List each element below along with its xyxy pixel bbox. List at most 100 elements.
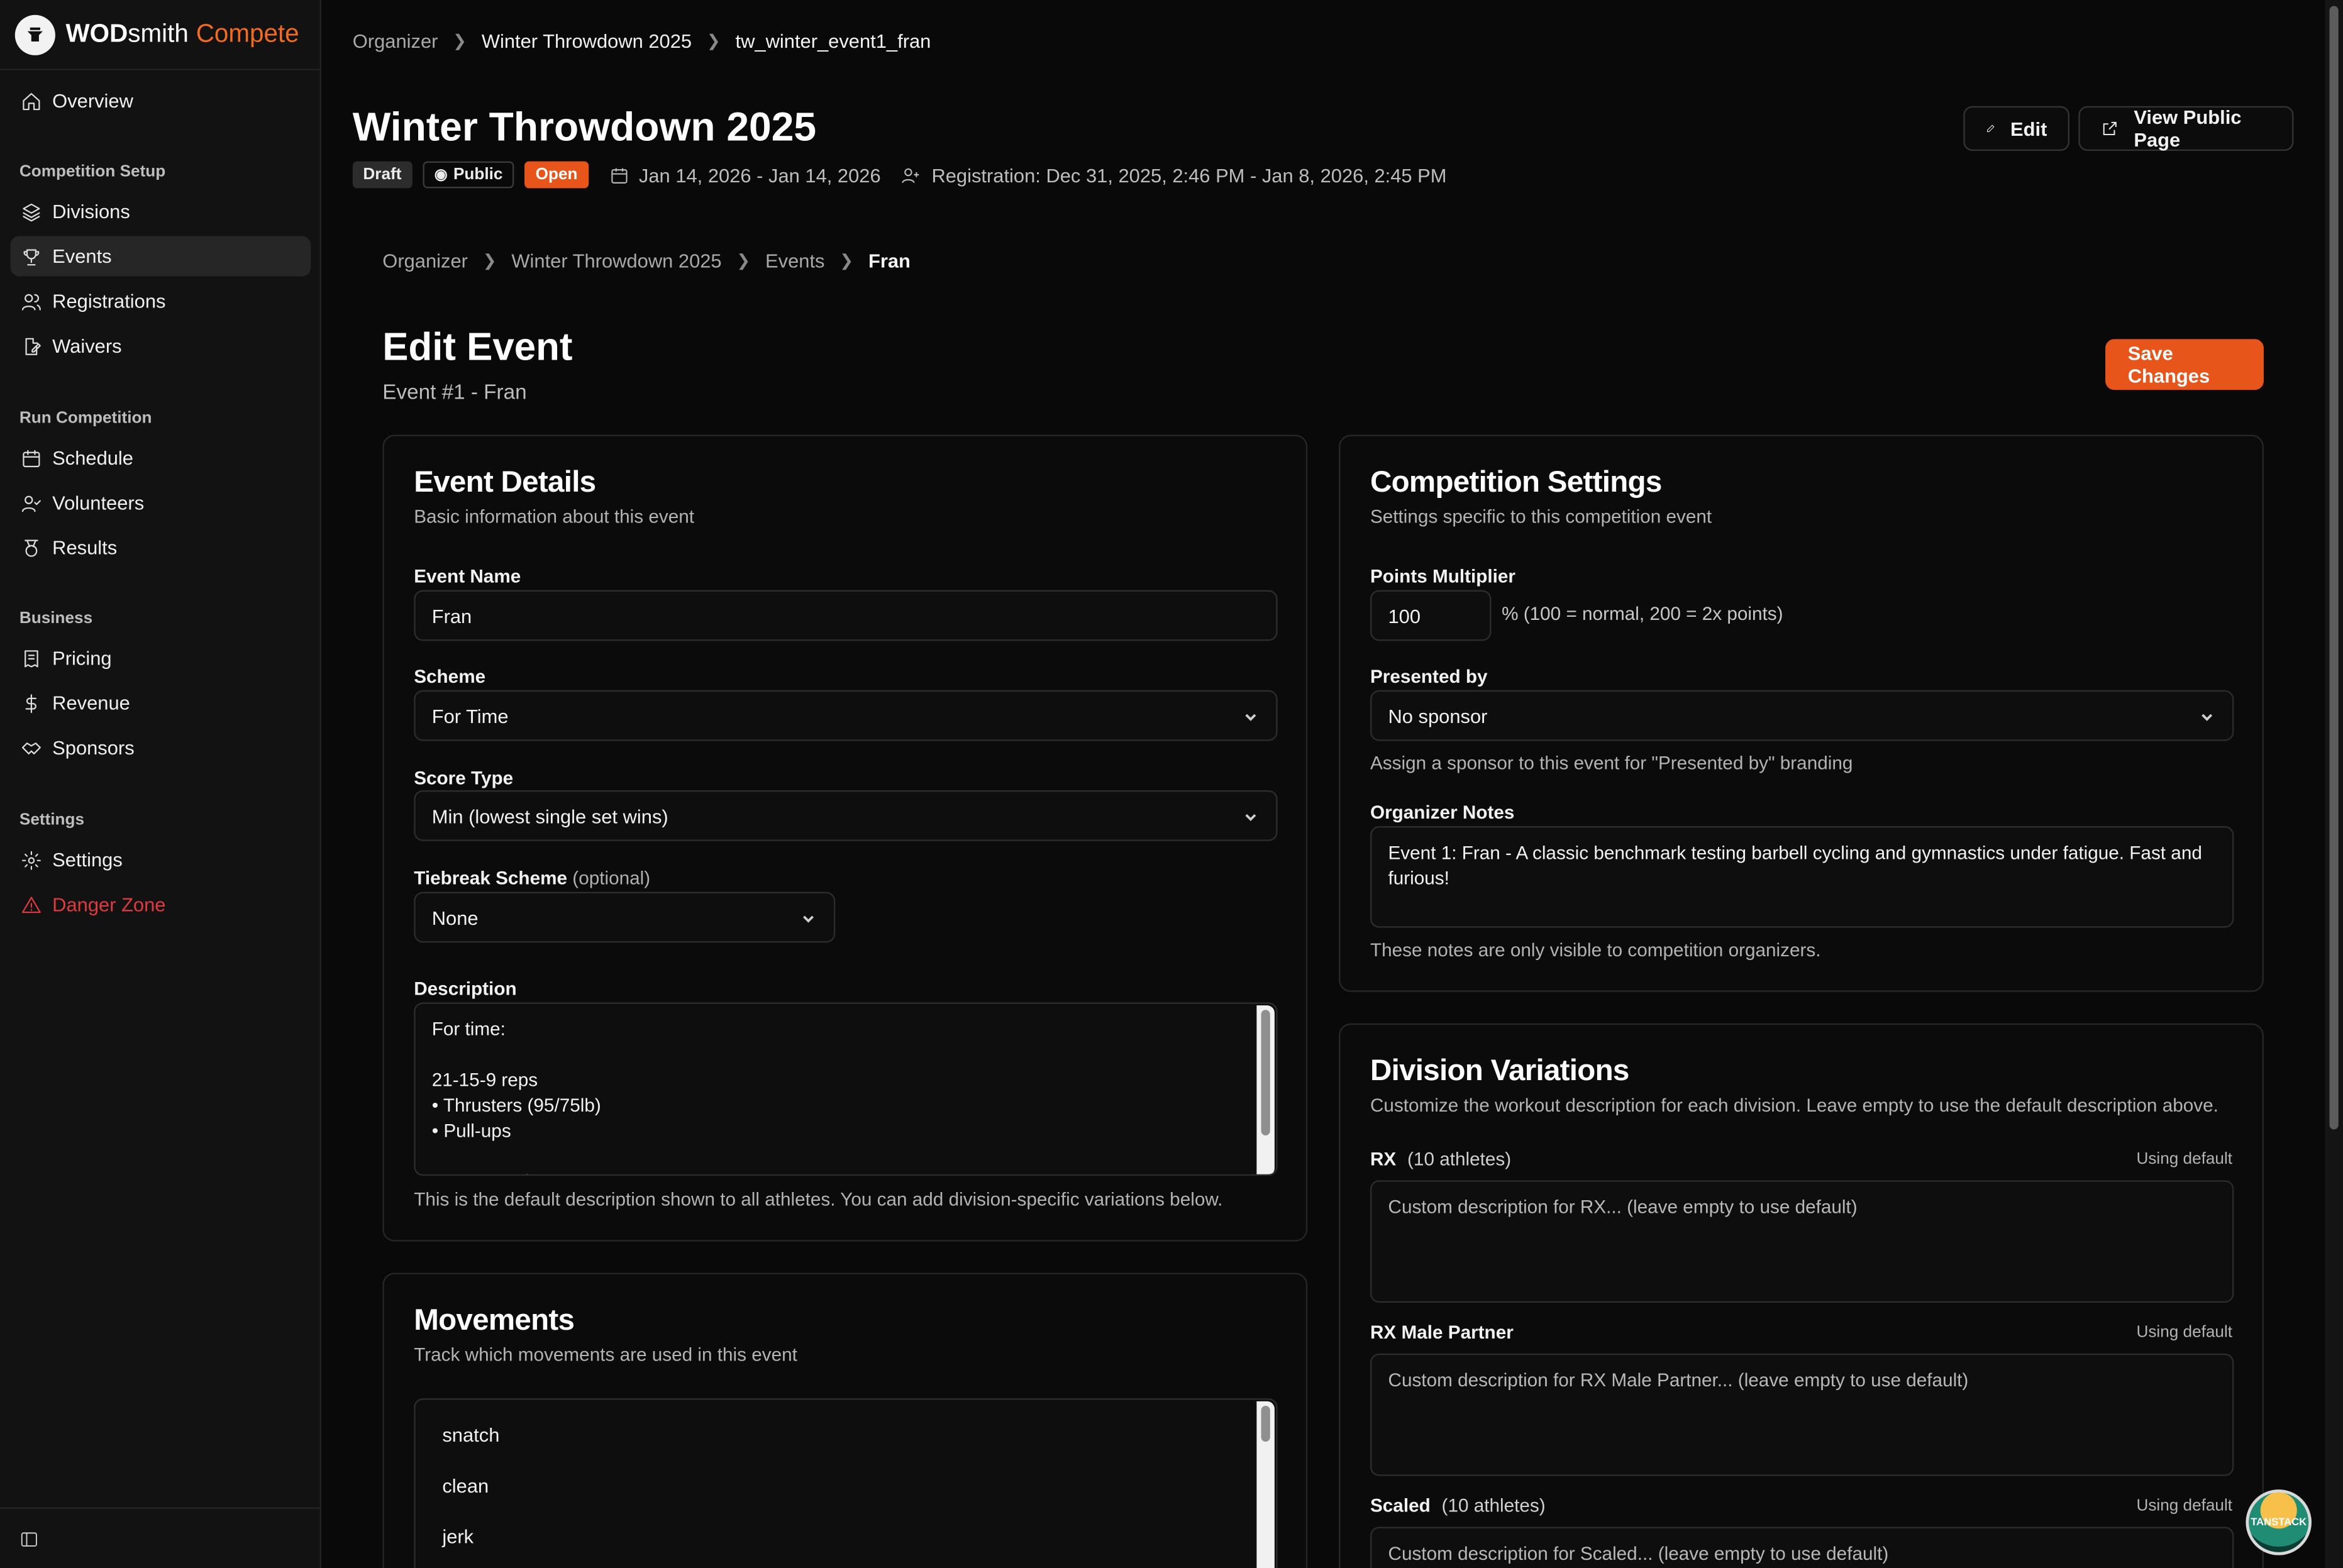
devtools-button[interactable]: TANSTACK <box>2246 1489 2312 1555</box>
sidebar-item-revenue[interactable]: Revenue <box>11 683 311 723</box>
breadcrumb-link[interactable]: Events <box>765 250 824 272</box>
organizer-notes-value: Event 1: Fran - A classic benchmark test… <box>1388 842 2202 889</box>
description-line: • Thrusters (95/75lb) <box>431 1095 601 1117</box>
sidebar-item-volunteers[interactable]: Volunteers <box>11 483 311 523</box>
division-description-textarea[interactable]: Custom description for RX Male Partner..… <box>1370 1353 2234 1476</box>
sidebar-item-label: Revenue <box>52 692 130 714</box>
layers-icon <box>23 202 40 221</box>
sidebar-section-title: Settings <box>19 811 85 829</box>
sidebar: WOD smith Compete Overview Competition S… <box>0 0 321 1568</box>
sidebar-item-label: Overview <box>52 89 133 113</box>
breadcrumb-link[interactable]: Organizer <box>353 30 438 53</box>
movement-item[interactable]: clean <box>442 1473 489 1498</box>
sidebar-item-label: Sponsors <box>52 736 135 759</box>
trophy-icon <box>23 248 40 265</box>
organizer-notes-textarea[interactable]: Event 1: Fran - A classic benchmark test… <box>1370 826 2234 928</box>
description-scrollbar[interactable] <box>1256 1005 1275 1174</box>
description-line: 21-15-9 reps <box>431 1069 538 1091</box>
external-link-icon <box>2103 121 2117 135</box>
page-scrollbar[interactable] <box>2325 0 2343 1568</box>
description-label: Description <box>414 978 517 1000</box>
division-description-textarea[interactable]: Custom description for RX... (leave empt… <box>1370 1180 2234 1303</box>
sidebar-item-label: Registrations <box>52 289 166 312</box>
organizer-notes-helper: These notes are only visible to competit… <box>1370 939 1821 961</box>
sidebar-section-title: Run Competition <box>19 409 152 428</box>
description-line: Target: 5 minutes <box>432 1170 1260 1174</box>
breadcrumb-link[interactable]: Organizer <box>382 250 468 272</box>
card-title: Competition Settings <box>1370 466 1662 499</box>
calendar-icon <box>23 449 40 467</box>
sidebar-item-label: Results <box>52 536 118 559</box>
sidebar-item-waivers[interactable]: Waivers <box>11 326 311 366</box>
movements-list[interactable]: snatch clean jerk <box>414 1398 1278 1568</box>
division-name: Scaled <box>1370 1495 1431 1516</box>
movements-scrollbar[interactable] <box>1256 1401 1275 1568</box>
movements-card: Movements Track which movements are used… <box>382 1273 1308 1568</box>
division-description-textarea[interactable]: Custom description for Scaled... (leave … <box>1370 1527 2234 1568</box>
card-description: Customize the workout description for ea… <box>1370 1095 2218 1117</box>
status-badge-draft: Draft <box>352 161 413 189</box>
division-variations-card: Division Variations Customize the workou… <box>1339 1023 2264 1568</box>
score-type-value: Min (lowest single set wins) <box>431 804 668 827</box>
points-multiplier-hint: % (100 = normal, 200 = 2x points) <box>1502 603 1783 625</box>
division-label: RX (10 athletes) <box>1370 1149 1511 1169</box>
edit-button[interactable]: Edit <box>1963 106 2070 151</box>
dollar-icon <box>25 693 36 712</box>
brand[interactable]: WOD smith Compete <box>0 0 320 70</box>
sidebar-item-results[interactable]: Results <box>11 527 311 568</box>
breadcrumb: Organizer ❯ Winter Throwdown 2025 ❯ tw_w… <box>353 30 931 53</box>
save-changes-label: Save Changes <box>2127 342 2210 387</box>
movement-item[interactable]: snatch <box>442 1422 499 1447</box>
breadcrumb-link[interactable]: Winter Throwdown 2025 <box>511 250 721 272</box>
edit-button-label: Edit <box>2010 117 2047 140</box>
presented-by-value: No sponsor <box>1388 704 1488 727</box>
sidebar-item-settings[interactable]: Settings <box>11 839 311 880</box>
save-changes-button[interactable]: Save Changes <box>2105 339 2264 390</box>
view-public-page-button[interactable]: View Public Page <box>2078 106 2294 151</box>
devtools-label: TANSTACK <box>2251 1518 2307 1528</box>
points-multiplier-input[interactable]: 100 <box>1370 590 1492 641</box>
event-name-value: Fran <box>431 604 472 627</box>
tiebreak-value: None <box>431 906 479 929</box>
sidebar-item-sponsors[interactable]: Sponsors <box>11 727 311 768</box>
breadcrumb-link[interactable]: Winter Throwdown 2025 <box>482 30 692 53</box>
sidebar-item-overview[interactable]: Overview <box>11 80 311 121</box>
scheme-label: Scheme <box>414 666 486 688</box>
event-name-input[interactable]: Fran <box>414 590 1278 641</box>
division-label: RX Male Partner <box>1370 1322 1514 1343</box>
home-icon <box>23 92 40 109</box>
calendar-icon <box>611 167 627 183</box>
movement-item[interactable]: jerk <box>442 1524 474 1549</box>
registration-text: Registration: Dec 31, 2025, 2:46 PM - Ja… <box>931 163 1447 186</box>
sidebar-item-danger-zone[interactable]: Danger Zone <box>11 885 311 925</box>
sidebar-item-divisions[interactable]: Divisions <box>11 191 311 231</box>
sidebar-item-label: Danger Zone <box>52 893 166 916</box>
points-multiplier-value: 100 <box>1388 604 1421 627</box>
score-type-select[interactable]: Min (lowest single set wins) <box>414 790 1278 841</box>
presented-by-select[interactable]: No sponsor <box>1370 690 2234 741</box>
card-description: Basic information about this event <box>414 506 695 527</box>
public-badge-label: Public <box>453 165 503 184</box>
sidebar-item-pricing[interactable]: Pricing <box>11 638 311 678</box>
points-multiplier-label: Points Multiplier <box>1370 566 1516 587</box>
presented-by-helper: Assign a sponsor to this event for "Pres… <box>1370 753 1853 774</box>
sidebar-item-schedule[interactable]: Schedule <box>11 438 311 478</box>
tiebreak-label-text: Tiebreak Scheme <box>414 868 568 889</box>
sidebar-section-title: Business <box>19 609 93 628</box>
sidebar-toggle-icon[interactable] <box>19 1529 39 1549</box>
sidebar-item-registrations[interactable]: Registrations <box>11 281 311 321</box>
page-title: Edit Event <box>382 324 573 369</box>
brand-name-accent: Compete <box>196 19 299 48</box>
scheme-select[interactable]: For Time <box>414 690 1278 741</box>
score-type-label: Score Type <box>414 768 514 789</box>
sidebar-item-label: Events <box>52 245 112 268</box>
tiebreak-select[interactable]: None <box>414 892 836 943</box>
description-line <box>432 1043 1260 1068</box>
using-default-status: Using default <box>2136 1496 2233 1515</box>
pencil-icon <box>1987 124 1995 132</box>
textarea-placeholder: Custom description for Scaled... (leave … <box>1388 1543 1889 1564</box>
sidebar-item-events[interactable]: Events <box>10 236 311 277</box>
description-textarea[interactable]: For time: 21-15-9 reps • Thrusters (95/7… <box>414 1002 1278 1176</box>
warning-icon <box>21 896 41 912</box>
status-badge-public: ◉ Public <box>422 161 515 189</box>
